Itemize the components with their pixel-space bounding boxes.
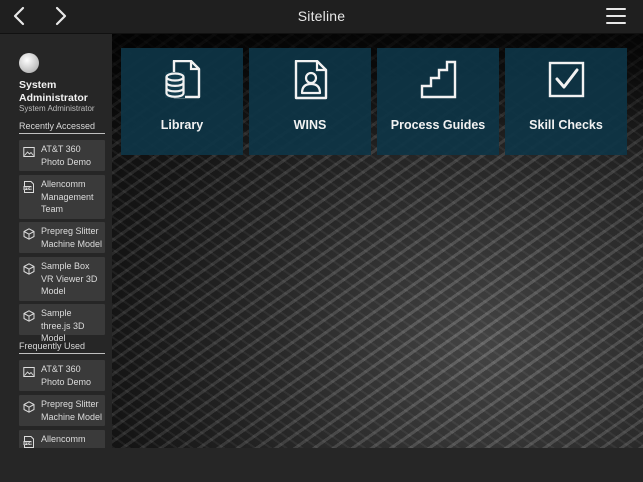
- recent-item-label: Sample Box VR Viewer 3D Model: [41, 261, 98, 296]
- svg-text:PDF: PDF: [24, 186, 33, 190]
- user-role: System Administrator: [19, 104, 95, 113]
- 3d-cube-icon: [23, 227, 35, 240]
- tile-label: Process Guides: [390, 118, 486, 132]
- user-name: System Administrator: [19, 79, 88, 104]
- image-icon: [23, 365, 35, 377]
- image-icon: [23, 145, 35, 157]
- recent-item-sample-threejs-model[interactable]: Sample three.js 3D Model: [19, 304, 105, 343]
- tile-library[interactable]: Library: [121, 48, 243, 155]
- recent-item-label: Sample three.js 3D Model: [41, 308, 85, 343]
- tile-skill-checks[interactable]: Skill Checks: [505, 48, 627, 155]
- checkbox-icon: [548, 60, 586, 100]
- svg-text:PDF: PDF: [24, 441, 33, 445]
- bottom-bar: [0, 448, 643, 482]
- frequent-item-label: AT&T 360 Photo Demo: [41, 364, 92, 387]
- module-tiles: Library WINS Process Guides Skill Checks: [121, 48, 627, 155]
- recent-item-att-360-photo-demo[interactable]: AT&T 360 Photo Demo: [19, 140, 105, 171]
- 3d-cube-icon: [23, 400, 35, 413]
- avatar[interactable]: [19, 53, 39, 73]
- frequent-item-att-360-photo-demo[interactable]: AT&T 360 Photo Demo: [19, 360, 105, 391]
- sidebar: System Administrator System Administrato…: [0, 34, 112, 448]
- pdf-icon: PDF: [23, 180, 35, 193]
- tile-label: Library: [160, 118, 204, 132]
- stairs-icon: [420, 60, 458, 100]
- tile-label: Skill Checks: [529, 118, 603, 132]
- recent-item-allencomm-management-team[interactable]: PDF Allencomm Management Team: [19, 175, 105, 219]
- recent-item-label: Prepreg Slitter Machine Model: [41, 226, 103, 249]
- person-document-icon: [292, 59, 330, 100]
- pdf-icon: PDF: [23, 435, 35, 448]
- recent-item-label: AT&T 360 Photo Demo: [41, 144, 92, 167]
- tile-label: WINS: [293, 118, 327, 132]
- top-bar: Siteline: [0, 0, 643, 34]
- tile-process-guides[interactable]: Process Guides: [377, 48, 499, 155]
- app-title: Siteline: [297, 8, 346, 24]
- frequently-used-header: Frequently Used: [19, 341, 105, 354]
- 3d-cube-icon: [23, 309, 35, 322]
- tile-wins[interactable]: WINS: [249, 48, 371, 155]
- frequent-item-label: Allencomm Management Team: [41, 434, 94, 448]
- frequent-item-prepreg-slitter-machine-model[interactable]: Prepreg Slitter Machine Model: [19, 395, 105, 426]
- recent-item-prepreg-slitter-machine-model[interactable]: Prepreg Slitter Machine Model: [19, 222, 105, 253]
- frequent-item-allencomm-management-team[interactable]: PDF Allencomm Management Team: [19, 430, 105, 448]
- recent-item-sample-box-vr-viewer[interactable]: Sample Box VR Viewer 3D Model: [19, 257, 105, 301]
- 3d-cube-icon: [23, 262, 35, 275]
- frequent-item-label: Prepreg Slitter Machine Model: [41, 399, 103, 422]
- hamburger-menu-icon[interactable]: [606, 8, 626, 24]
- library-database-icon: [164, 59, 202, 100]
- recent-item-label: Allencomm Management Team: [41, 179, 94, 214]
- recently-accessed-header: Recently Accessed: [19, 121, 105, 134]
